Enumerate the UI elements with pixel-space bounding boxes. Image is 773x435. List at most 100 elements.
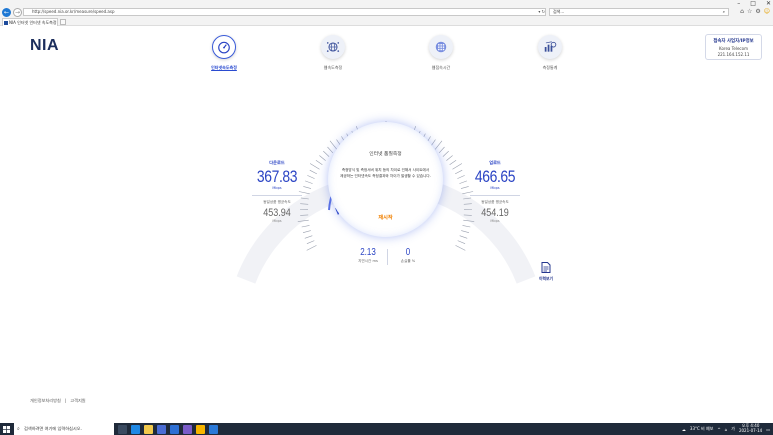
latency-label: 지연시간 ms xyxy=(358,259,378,263)
menu-label: 측정통계 xyxy=(542,65,558,70)
footer-link-support[interactable]: 고객지원 xyxy=(70,398,85,404)
isp-name: Korea Telecom xyxy=(719,45,748,51)
tab-active[interactable]: NIA 인터넷 인터넷 속도측정 xyxy=(2,18,58,26)
menu-web-speed[interactable]: 웹속도측정 xyxy=(303,35,363,71)
search-box[interactable]: 검색... ⌕ xyxy=(549,8,729,16)
app-icon[interactable] xyxy=(183,424,192,434)
gauge-tick xyxy=(460,186,469,189)
tab-title: NIA 인터넷 인터넷 속도측정 xyxy=(9,20,57,25)
back-button[interactable]: ← xyxy=(2,7,11,17)
download-avg-value: 453.94 xyxy=(263,207,291,219)
upload-avg-value: 454.19 xyxy=(481,207,509,219)
gauge-tick xyxy=(302,230,311,233)
stat-divider xyxy=(470,195,520,196)
gauge-tick xyxy=(306,245,317,251)
gauge-tick xyxy=(457,240,466,244)
system-tray: ☁ 33°C 비 예보 ^ ⌂ 가 오후 4:40 2021-07-14 ▭ xyxy=(682,423,770,435)
isp-info-box: 접속자 사업자/IP정보 Korea Telecom 221.164.152.1… xyxy=(705,34,762,60)
start-button[interactable] xyxy=(0,423,12,435)
search-icon: ⌕ xyxy=(17,426,20,432)
document-icon xyxy=(541,262,551,273)
ime-label[interactable]: 가 xyxy=(731,426,735,432)
network-icon[interactable]: ⌂ xyxy=(725,427,728,432)
gauge-tick xyxy=(303,186,312,189)
gear-icon[interactable]: ⚙ xyxy=(755,8,760,15)
statistics-icon xyxy=(544,41,557,52)
menu-circle xyxy=(321,35,345,59)
home-icon[interactable]: ⌂ xyxy=(740,8,744,15)
taskbar-search[interactable]: ⌕ 검색하려면 여기에 입력하십시오. xyxy=(14,423,114,435)
ie-icon[interactable] xyxy=(209,424,218,434)
latency-stat: 2.13 지연시간 ms xyxy=(353,247,383,264)
latency-value: 2.13 xyxy=(360,247,376,258)
kakao-icon[interactable] xyxy=(196,424,205,434)
history-label: 이력보기 xyxy=(539,276,553,281)
gauge-tick xyxy=(454,169,463,175)
gauge-tick xyxy=(442,150,449,157)
gauge-tick xyxy=(309,163,320,170)
footer-link-privacy[interactable]: 개인정보처리방침 xyxy=(30,398,61,404)
edge-icon[interactable] xyxy=(131,424,140,434)
gauge-tick xyxy=(459,235,468,239)
tray-expand-icon[interactable]: ^ xyxy=(717,427,720,432)
new-tab-button[interactable] xyxy=(60,19,66,25)
smiley-icon[interactable]: ☺ xyxy=(764,8,770,15)
footer-separator: | xyxy=(64,398,67,403)
menu-label: 인터넷속도측정 xyxy=(211,65,237,70)
download-value: 367.83 xyxy=(256,167,298,186)
menu-label: 웹접속시간 xyxy=(431,65,451,70)
folder-icon[interactable] xyxy=(144,424,153,434)
gauge-tick xyxy=(455,245,466,251)
menu-web-access-time[interactable]: 웹접속시간 xyxy=(411,35,471,71)
minimize-icon[interactable]: – xyxy=(737,0,740,7)
gauge-tick xyxy=(434,140,443,150)
weather-icon[interactable]: ☁ xyxy=(682,427,686,432)
upload-value: 466.65 xyxy=(474,167,516,186)
gauge-tick xyxy=(457,175,465,179)
store-icon[interactable] xyxy=(157,424,166,434)
search-icon[interactable]: ⌕ xyxy=(723,9,725,15)
gauge-tick xyxy=(449,159,457,166)
upload-label: 업로드 xyxy=(489,160,501,165)
isp-ip: 221.164.152.11 xyxy=(717,52,750,57)
loss-stat: 0 손실률 % xyxy=(393,247,423,264)
gauge-tick xyxy=(319,155,326,161)
weather-text[interactable]: 33°C 비 예보 xyxy=(690,426,713,432)
refresh-icon[interactable]: ▾ ↻ xyxy=(538,9,545,15)
menu-speed-test[interactable]: 인터넷속도측정 xyxy=(194,35,254,71)
taskbar-apps xyxy=(118,423,218,435)
history-button[interactable]: 이력보기 xyxy=(536,262,556,282)
measure-title: 인터넷 품질측정 xyxy=(369,152,402,157)
taskbar-search-placeholder: 검색하려면 여기에 입력하십시오. xyxy=(24,426,82,431)
star-icon[interactable]: ☆ xyxy=(747,8,752,15)
address-row: ← → http://speed.nia.or.kr/measure/speed… xyxy=(0,7,773,17)
mail-icon[interactable] xyxy=(170,424,179,434)
forward-button[interactable]: → xyxy=(13,7,22,17)
address-bar[interactable]: http://speed.nia.or.kr/measure/speed.asp… xyxy=(23,8,546,16)
search-placeholder: 검색... xyxy=(553,9,565,14)
menu-statistics[interactable]: 측정통계 xyxy=(520,35,580,71)
stat-divider xyxy=(252,195,302,196)
speedometer-icon xyxy=(218,41,230,54)
task-view-icon[interactable] xyxy=(118,424,127,434)
url-text: http://speed.nia.or.kr/measure/speed.asp xyxy=(32,9,115,14)
site-logo[interactable]: NIA xyxy=(30,37,59,55)
close-icon[interactable]: ✕ xyxy=(766,0,771,7)
gauge-tick xyxy=(459,180,468,184)
restart-button[interactable]: 재시작 xyxy=(328,214,443,221)
download-avg-label: 동일상품 평균속도 xyxy=(263,200,291,204)
gauge-tick xyxy=(307,175,315,179)
taskbar: ⌕ 검색하려면 여기에 입력하십시오. ☁ 33°C 비 예보 ^ ⌂ 가 오후… xyxy=(0,423,773,435)
measure-panel: 인터넷 품질측정 측정방식 및 측정서버 위치 등의 차이로 인해서 사이트에서… xyxy=(328,122,443,237)
download-label: 다운로드 xyxy=(269,160,285,165)
gauge-tick xyxy=(306,240,315,244)
menu-circle xyxy=(212,35,236,59)
maximize-icon[interactable]: □ xyxy=(750,0,756,7)
notification-icon[interactable]: ▭ xyxy=(766,427,770,432)
clock[interactable]: 오후 4:40 2021-07-14 xyxy=(739,424,762,433)
globe-network-icon xyxy=(326,42,340,52)
gauge-tick xyxy=(301,225,310,228)
gauge-tick xyxy=(462,225,471,228)
loss-label: 손실률 % xyxy=(400,259,416,263)
window-controls: – □ ✕ xyxy=(737,0,771,7)
